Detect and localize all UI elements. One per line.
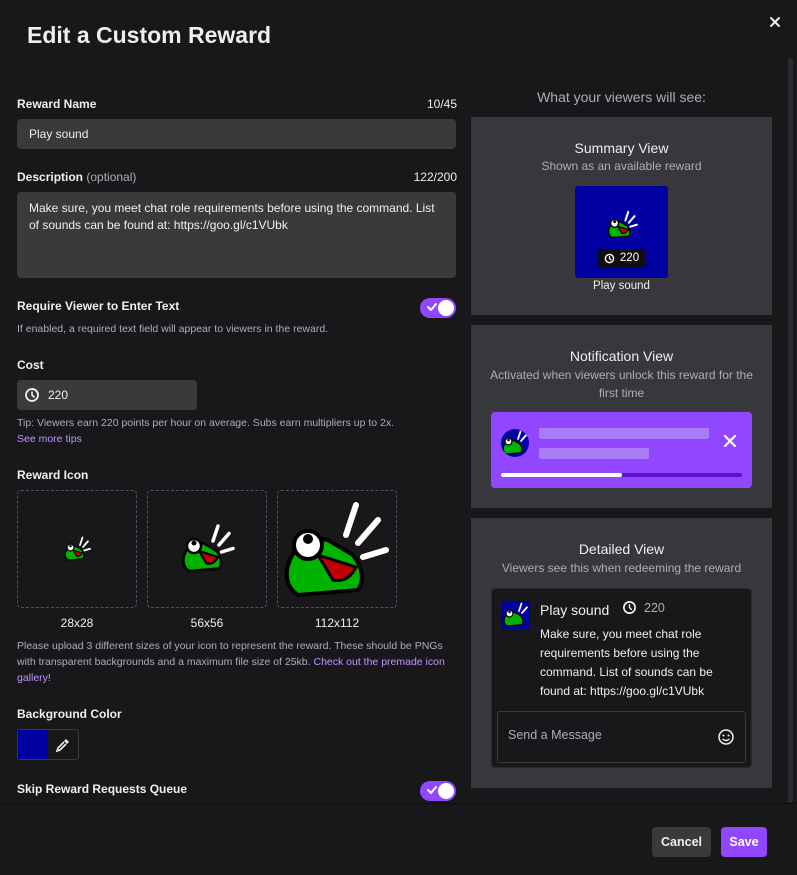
detail-reward-description: Make sure, you meet chat role requiremen… (540, 627, 713, 698)
frog-icon-large (284, 502, 389, 598)
dialog-footer: Cancel Save (0, 803, 797, 875)
description-label-text: Description (17, 170, 84, 184)
description-optional: (optional) (86, 170, 137, 184)
icon-upload-112[interactable] (277, 490, 397, 608)
cost-label: Cost (17, 358, 44, 372)
description-textarea[interactable]: Make sure, you meet chat role requiremen… (17, 192, 456, 278)
toggle-knob (438, 783, 454, 799)
emote-picker-icon[interactable] (717, 728, 735, 746)
check-icon (427, 786, 437, 794)
icon-size-28: 28x28 (60, 616, 94, 630)
reward-icon-help: Please upload 3 different sizes of your … (17, 638, 457, 686)
background-color-label: Background Color (17, 707, 122, 721)
toggle-knob (438, 300, 454, 316)
description-label: Description (optional) (17, 170, 136, 184)
channel-points-icon (25, 388, 39, 402)
frog-icon (503, 602, 528, 627)
detailed-view-panel: Detailed View Viewers see this when rede… (471, 518, 772, 788)
see-more-tips-link[interactable]: See more tips (17, 433, 82, 445)
edit-reward-dialog: Edit a Custom Reward Reward Name 10/45 D… (0, 0, 797, 875)
notification-view-title: Notification View (569, 348, 674, 364)
cost-tip-text: Tip: Viewers earn 220 points per hour on… (17, 417, 395, 429)
background-color-picker (17, 729, 79, 760)
summary-view-title: Summary View (574, 140, 669, 156)
skip-queue-toggle[interactable] (420, 781, 456, 801)
channel-points-icon (604, 253, 615, 263)
frog-icon-medium (182, 524, 235, 573)
frog-icon (607, 210, 638, 239)
preview-heading: What your viewers will see: (537, 89, 706, 105)
detail-reward-name: Play sound (540, 602, 610, 618)
summary-view-subtitle: Shown as an available reward (541, 159, 702, 173)
summary-cost: 220 (619, 252, 640, 264)
chat-input[interactable]: Send a Message (497, 711, 746, 763)
close-icon[interactable] (766, 13, 784, 31)
chat-placeholder: Send a Message (508, 728, 602, 742)
eyedropper-button[interactable] (48, 730, 78, 759)
icon-upload-28[interactable] (17, 490, 137, 608)
detailed-view-title: Detailed View (578, 541, 665, 557)
detail-reward-icon (502, 601, 530, 629)
reward-name-count: 10/45 (426, 97, 457, 111)
detailed-view-subtitle: Viewers see this when redeeming the rewa… (501, 561, 742, 575)
notification-placeholder-line (539, 448, 649, 459)
summary-reward-tile[interactable]: 220 (575, 186, 668, 278)
notification-view-panel: Notification View Activated when viewers… (471, 325, 772, 508)
description-count: 122/200 (413, 170, 457, 184)
reward-icon-label: Reward Icon (17, 468, 89, 482)
notification-view-subtitle: Activated when viewers unlock this rewar… (490, 368, 753, 400)
frog-icon-small (64, 536, 91, 561)
notification-progress-track (501, 473, 742, 477)
require-text-toggle[interactable] (420, 298, 456, 318)
notification-avatar (501, 429, 529, 457)
save-button[interactable]: Save (721, 827, 767, 857)
detail-cost-value: 220 (644, 600, 665, 615)
cost-tip: Tip: Viewers earn 220 points per hour on… (17, 415, 457, 447)
eyedropper-icon (55, 738, 69, 752)
detail-reward-cost: 220 (622, 600, 665, 615)
cost-value: 220 (48, 388, 69, 402)
icon-size-56: 56x56 (190, 616, 224, 630)
notification-progress-fill (501, 473, 622, 477)
close-icon[interactable] (723, 434, 737, 448)
cancel-button[interactable]: Cancel (652, 827, 711, 857)
reward-name-label: Reward Name (17, 97, 97, 111)
frog-icon (502, 430, 527, 455)
notification-card (491, 412, 752, 488)
description-text: Make sure, you meet chat role requiremen… (29, 201, 435, 232)
summary-cost-pill: 220 (598, 249, 645, 267)
require-text-label: Require Viewer to Enter Text (17, 299, 180, 313)
detailed-card: Play sound 220 Make sure, you meet chat … (491, 588, 752, 768)
notification-placeholder-line (539, 428, 709, 439)
reward-name-input[interactable] (17, 119, 456, 149)
color-swatch[interactable] (18, 730, 48, 759)
icon-size-112: 112x112 (314, 616, 360, 630)
check-icon (427, 303, 437, 311)
skip-queue-label: Skip Reward Requests Queue (17, 782, 188, 796)
summary-view-panel: Summary View Shown as an available rewar… (471, 117, 772, 315)
channel-points-icon (623, 601, 636, 614)
require-text-help: If enabled, a required text field will a… (17, 323, 329, 335)
dialog-title: Edit a Custom Reward (27, 22, 272, 48)
icon-upload-56[interactable] (147, 490, 267, 608)
scrollbar[interactable] (788, 58, 793, 803)
cost-input[interactable]: 220 (17, 380, 197, 410)
summary-reward-name: Play sound (593, 280, 650, 292)
